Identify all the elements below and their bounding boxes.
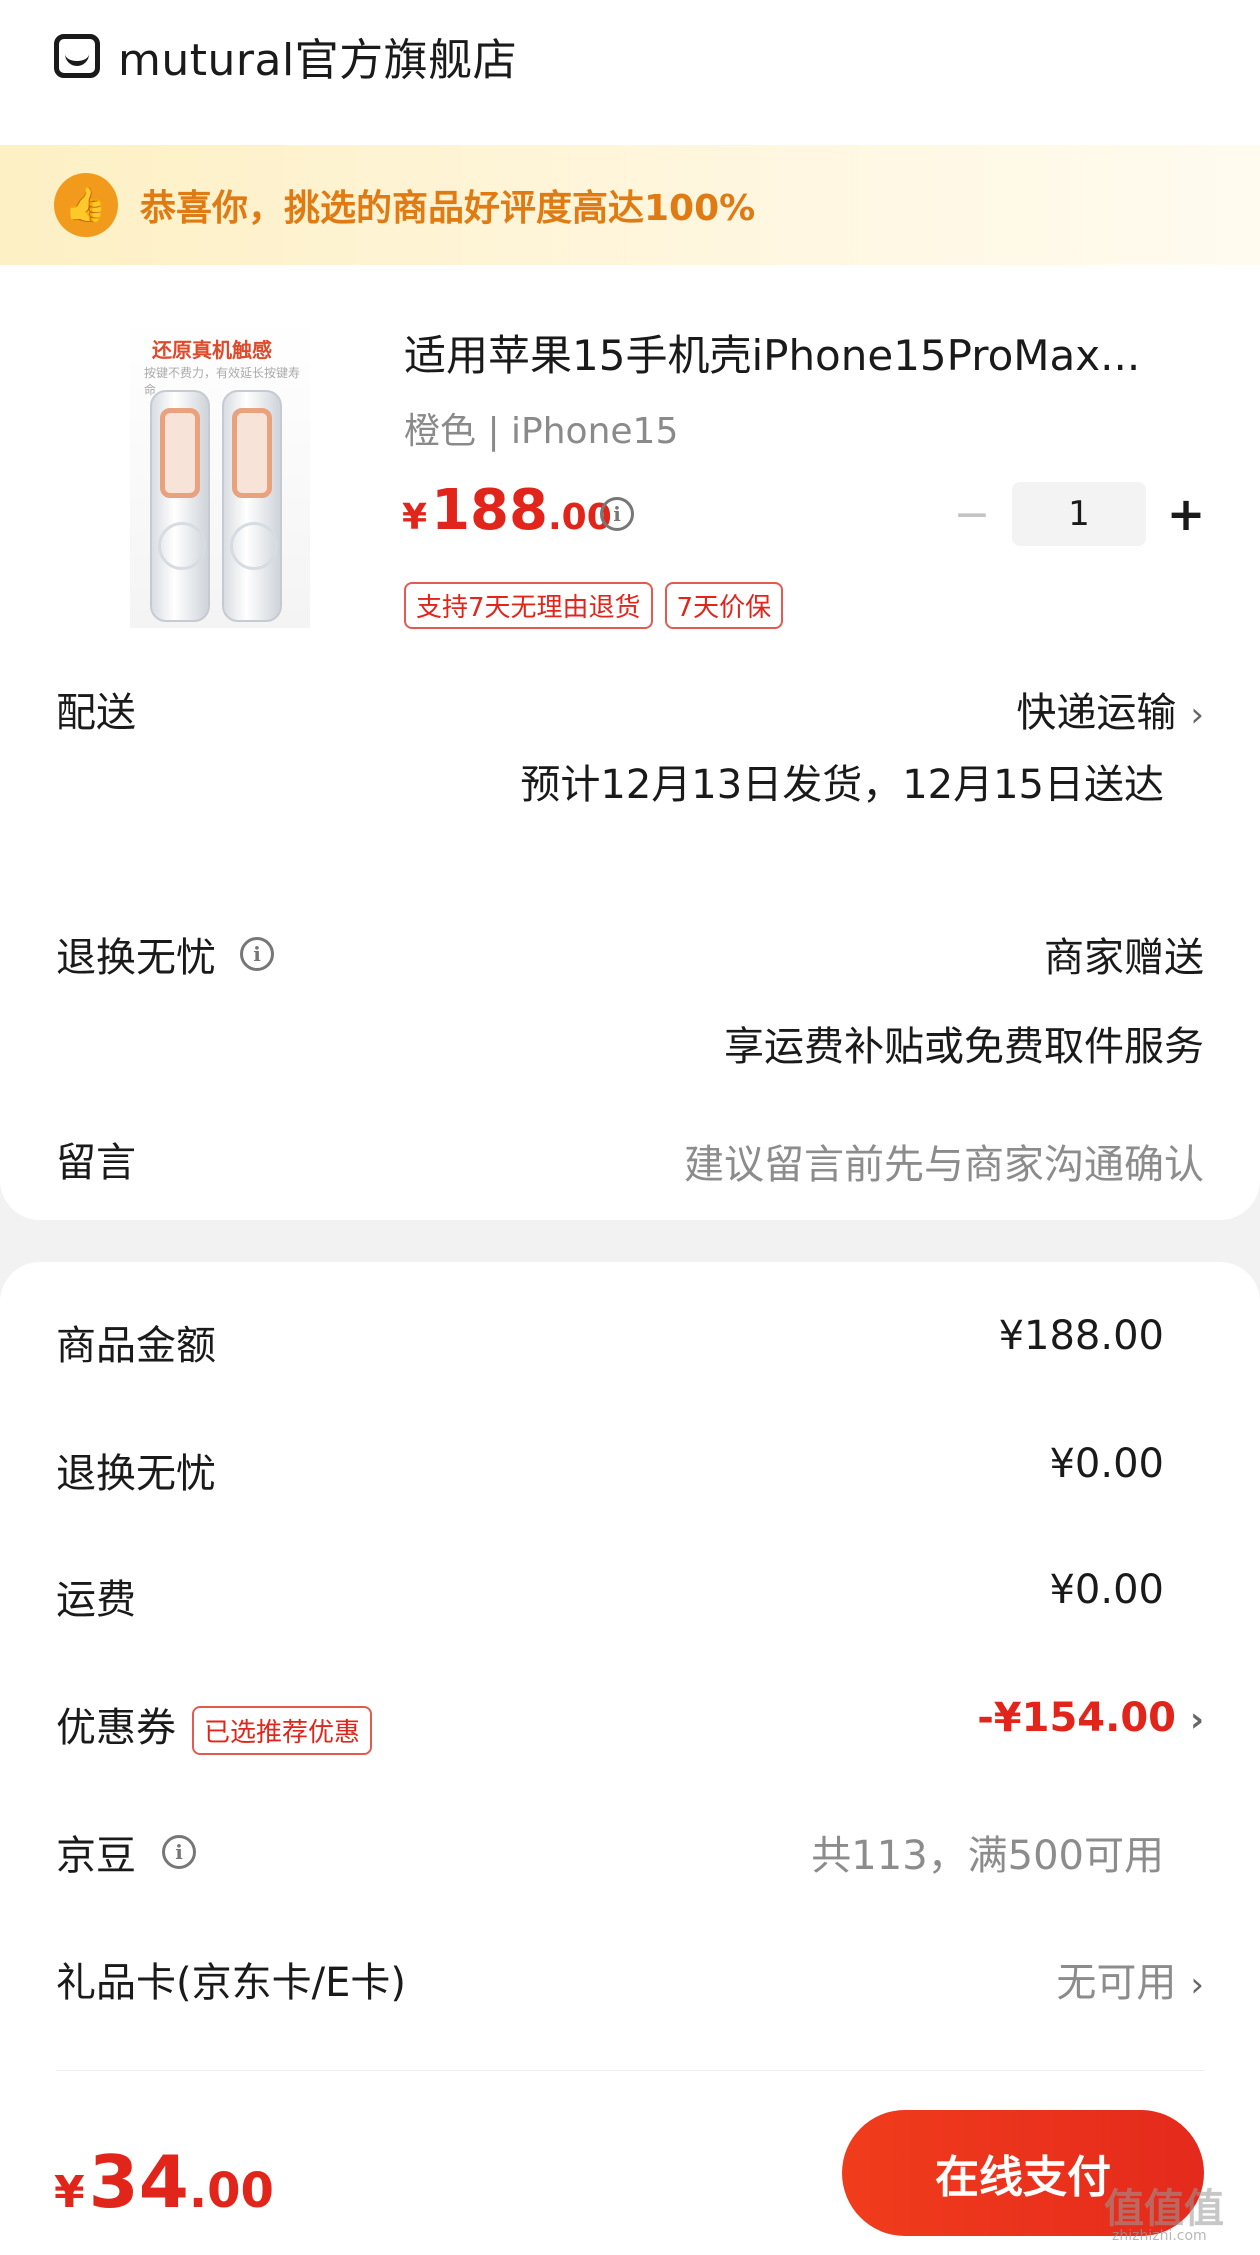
goods-amount-label: 商品金额 [56,1323,216,1369]
product-image[interactable]: 还原真机触感 按键不费力，有效延长按键寿命 [130,318,310,628]
gift-card-label: 礼品卡(京东卡/E卡) [56,1960,406,2006]
coupon-badge: 已选推荐优惠 [192,1705,373,1755]
camera-ring [160,408,200,498]
product-title[interactable]: 适用苹果15手机壳iPhone15ProMax... [404,322,1164,383]
shop-header[interactable]: mutural官方旗舰店 [54,26,517,86]
return-fee-label: 退换无忧 [56,1451,216,1497]
shop-name[interactable]: mutural官方旗舰店 [118,24,517,88]
gift-card-value-text: 无可用 [1056,1960,1177,2006]
price-integer: 188 [431,478,548,543]
total-integer: 34 [88,2140,189,2224]
return-info-icon[interactable]: i [240,937,274,971]
shipping-value: ¥0.00 [1049,1567,1164,1613]
price-currency: ¥ [402,497,428,538]
quantity-minus-button[interactable]: − [952,489,992,540]
magsafe-ring [230,522,278,570]
chevron-right-icon: › [1190,1965,1204,2005]
goods-amount-value: ¥188.00 [998,1313,1164,1359]
quantity-stepper: − 1 + [952,482,1206,546]
message-label: 留言 [56,1140,136,1186]
banner-text: 恭喜你，挑选的商品好评度高达100% [140,188,756,229]
total-currency: ¥ [54,2167,85,2218]
phone-case-back-right [222,390,282,622]
jingdou-row: 京豆 i [56,1823,196,1881]
return-worry-free-desc: 享运费补贴或免费取件服务 [724,1024,1204,1070]
total-decimal: .00 [188,2163,274,2219]
phone-case-back-left [150,390,210,622]
coupon-value-text: -¥154.00 [977,1695,1176,1741]
delivery-estimate: 预计12月13日发货，12月15日送达 [520,762,1164,808]
chevron-right-icon: › [1189,1700,1204,1740]
coupon-row[interactable]: 优惠券 已选推荐优惠 [56,1695,373,1755]
message-input[interactable]: 建议留言前先与商家沟通确认 [684,1132,1204,1190]
gift-card-value[interactable]: 无可用 › [1056,1950,1204,2008]
total-price: ¥ 34 .00 [54,2140,274,2224]
return-worry-free-label: 退换无忧 [56,935,216,981]
jingdou-info-icon[interactable]: i [162,1835,196,1869]
product-tags: 支持7天无理由退货 7天价保 [404,582,784,629]
quantity-input[interactable]: 1 [1012,482,1146,546]
return-worry-free-value[interactable]: 商家赠送 [1044,925,1204,983]
coupon-label: 优惠券 [56,1705,176,1751]
product-tag: 支持7天无理由退货 [404,582,653,629]
jingdou-label: 京豆 [56,1833,136,1879]
watermark-logo: 值值值 [1104,2186,1224,2232]
praise-banner: 👍 恭喜你，挑选的商品好评度高达100% [0,145,1260,265]
delivery-method-text: 快递运输 [1016,690,1177,736]
divider [56,2070,1204,2071]
product-spec[interactable]: 橙色 | iPhone15 [404,402,678,454]
shipping-label: 运费 [56,1577,136,1623]
product-price: ¥ 188 .00 [402,478,612,543]
price-info-icon[interactable]: i [600,497,634,531]
delivery-label: 配送 [56,690,136,736]
jingdou-value: 共113，满500可用 [811,1833,1164,1879]
shop-icon [54,34,100,78]
return-fee-value: ¥0.00 [1049,1441,1164,1487]
product-tag: 7天价保 [664,582,784,629]
coupon-value[interactable]: -¥154.00 › [977,1695,1204,1741]
watermark-url: zhizhizhi.com [1112,2228,1207,2244]
chevron-right-icon: › [1190,695,1204,735]
quantity-plus-button[interactable]: + [1166,487,1206,541]
delivery-method[interactable]: 快递运输 › [1016,680,1204,738]
camera-ring [232,408,272,498]
product-image-title: 还原真机触感 [152,338,272,362]
thumbs-up-icon: 👍 [54,173,118,237]
return-worry-free-row: 退换无忧 i [56,925,274,983]
magsafe-ring [158,522,206,570]
